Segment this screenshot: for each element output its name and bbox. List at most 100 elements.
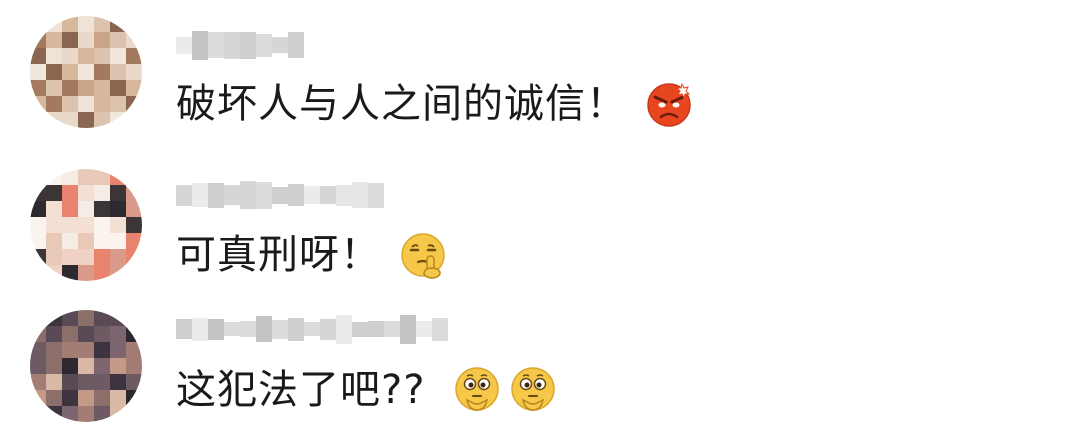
avatar-mosaic-block (62, 358, 78, 374)
avatar-mosaic-block (94, 201, 110, 217)
avatar-mosaic-block (126, 342, 142, 358)
avatar-mosaic-block (46, 342, 62, 358)
username-blur-block (240, 181, 256, 209)
avatar-mosaic-block (78, 374, 94, 390)
avatar-mosaic-block (46, 217, 62, 233)
avatar-mosaic-block (94, 112, 110, 128)
avatar-mosaic-block (110, 217, 126, 233)
avatar-mosaic-block (30, 96, 46, 112)
username-blur-block (368, 182, 384, 208)
avatar-mosaic-block (126, 249, 142, 265)
avatar-mosaic-block (126, 265, 142, 281)
avatar[interactable] (30, 169, 142, 281)
avatar-mosaic-block (94, 169, 110, 185)
username-blur-block (224, 31, 240, 59)
avatar-mosaic-block (126, 358, 142, 374)
avatar-mosaic-block (110, 112, 126, 128)
comment-item: 这犯法了吧?? (0, 288, 1080, 432)
avatar-mosaic-block (62, 249, 78, 265)
avatar-mosaic-block (30, 169, 46, 185)
avatar-mosaic-block (94, 64, 110, 80)
avatar-mosaic-block (126, 406, 142, 422)
username-blur-block (288, 317, 304, 341)
avatar-mosaic-block (110, 64, 126, 80)
username-blur-block (256, 33, 272, 57)
avatar-mosaic-block (78, 310, 94, 326)
username-blur-block (336, 314, 352, 344)
avatar-mosaic-block (94, 342, 110, 358)
avatar-mosaic-block (62, 310, 78, 326)
username-blur-block (320, 318, 336, 340)
avatar-mosaic-block (78, 249, 94, 265)
avatar-mosaic-block (94, 310, 110, 326)
avatar-mosaic-block (78, 80, 94, 96)
avatar-mosaic-block (78, 169, 94, 185)
username-blur-block (208, 318, 224, 340)
avatar-mosaic-block (46, 64, 62, 80)
avatar-mosaic-block (126, 217, 142, 233)
username-blur-block (336, 184, 352, 206)
avatar-mosaic-block (78, 358, 94, 374)
username-blur-block (208, 182, 224, 208)
username-blur-block (256, 181, 272, 209)
thinking-face-icon (509, 366, 557, 414)
username-blur-block (384, 321, 400, 337)
avatar-mosaic-block (78, 342, 94, 358)
username[interactable] (176, 314, 458, 344)
avatar-mosaic-block (46, 80, 62, 96)
avatar-mosaic-block (30, 390, 46, 406)
avatar-mosaic-block (46, 201, 62, 217)
avatar-mosaic-block (94, 185, 110, 201)
username[interactable] (176, 30, 316, 60)
avatar-mosaic-block (30, 342, 46, 358)
avatar-mosaic-block (30, 80, 46, 96)
avatar-mosaic-block (94, 32, 110, 48)
avatar-mosaic-block (110, 265, 126, 281)
avatar-mosaic-block (62, 48, 78, 64)
shush-face-icon (399, 231, 447, 279)
username-blur-block (304, 186, 320, 204)
username-blur-block (368, 321, 384, 337)
username-blur-block (240, 321, 256, 337)
avatar-mosaic-block (62, 112, 78, 128)
avatar-mosaic-block (110, 310, 126, 326)
avatar[interactable] (30, 16, 142, 128)
username[interactable] (176, 180, 388, 210)
avatar-mosaic-block (94, 374, 110, 390)
avatar-mosaic-block (110, 48, 126, 64)
username-blur-block (272, 37, 288, 53)
avatar-mosaic-block (94, 390, 110, 406)
avatar-mosaic-block (110, 201, 126, 217)
avatar-mosaic-block (94, 96, 110, 112)
avatar-mosaic-block (94, 249, 110, 265)
avatar[interactable] (30, 310, 142, 422)
avatar-mosaic-block (30, 249, 46, 265)
avatar-mosaic-block (62, 374, 78, 390)
avatar-mosaic-block (110, 32, 126, 48)
username-blur-block (288, 184, 304, 206)
avatar-mosaic-block (62, 64, 78, 80)
avatar-mosaic-block (94, 48, 110, 64)
avatar-mosaic-block (62, 96, 78, 112)
avatar-mosaic-block (94, 406, 110, 422)
avatar-mosaic-block (94, 326, 110, 342)
avatar-mosaic-block (126, 169, 142, 185)
avatar-mosaic-block (110, 233, 126, 249)
avatar-mosaic-block (110, 358, 126, 374)
avatar-mosaic-block (110, 342, 126, 358)
avatar-mosaic-block (94, 265, 110, 281)
username-blur-block (176, 36, 192, 54)
avatar-mosaic-block (78, 48, 94, 64)
avatar-mosaic-block (126, 32, 142, 48)
avatar-mosaic-block (46, 112, 62, 128)
avatar-mosaic-block (62, 16, 78, 32)
avatar-mosaic-block (110, 96, 126, 112)
avatar-mosaic-block (78, 326, 94, 342)
avatar-mosaic-block (46, 32, 62, 48)
avatar-mosaic-block (62, 233, 78, 249)
avatar-mosaic-block (30, 265, 46, 281)
username-blur-block (192, 317, 208, 341)
avatar-mosaic-block (126, 80, 142, 96)
avatar-mosaic-block (62, 217, 78, 233)
username-blur-block (352, 321, 368, 337)
